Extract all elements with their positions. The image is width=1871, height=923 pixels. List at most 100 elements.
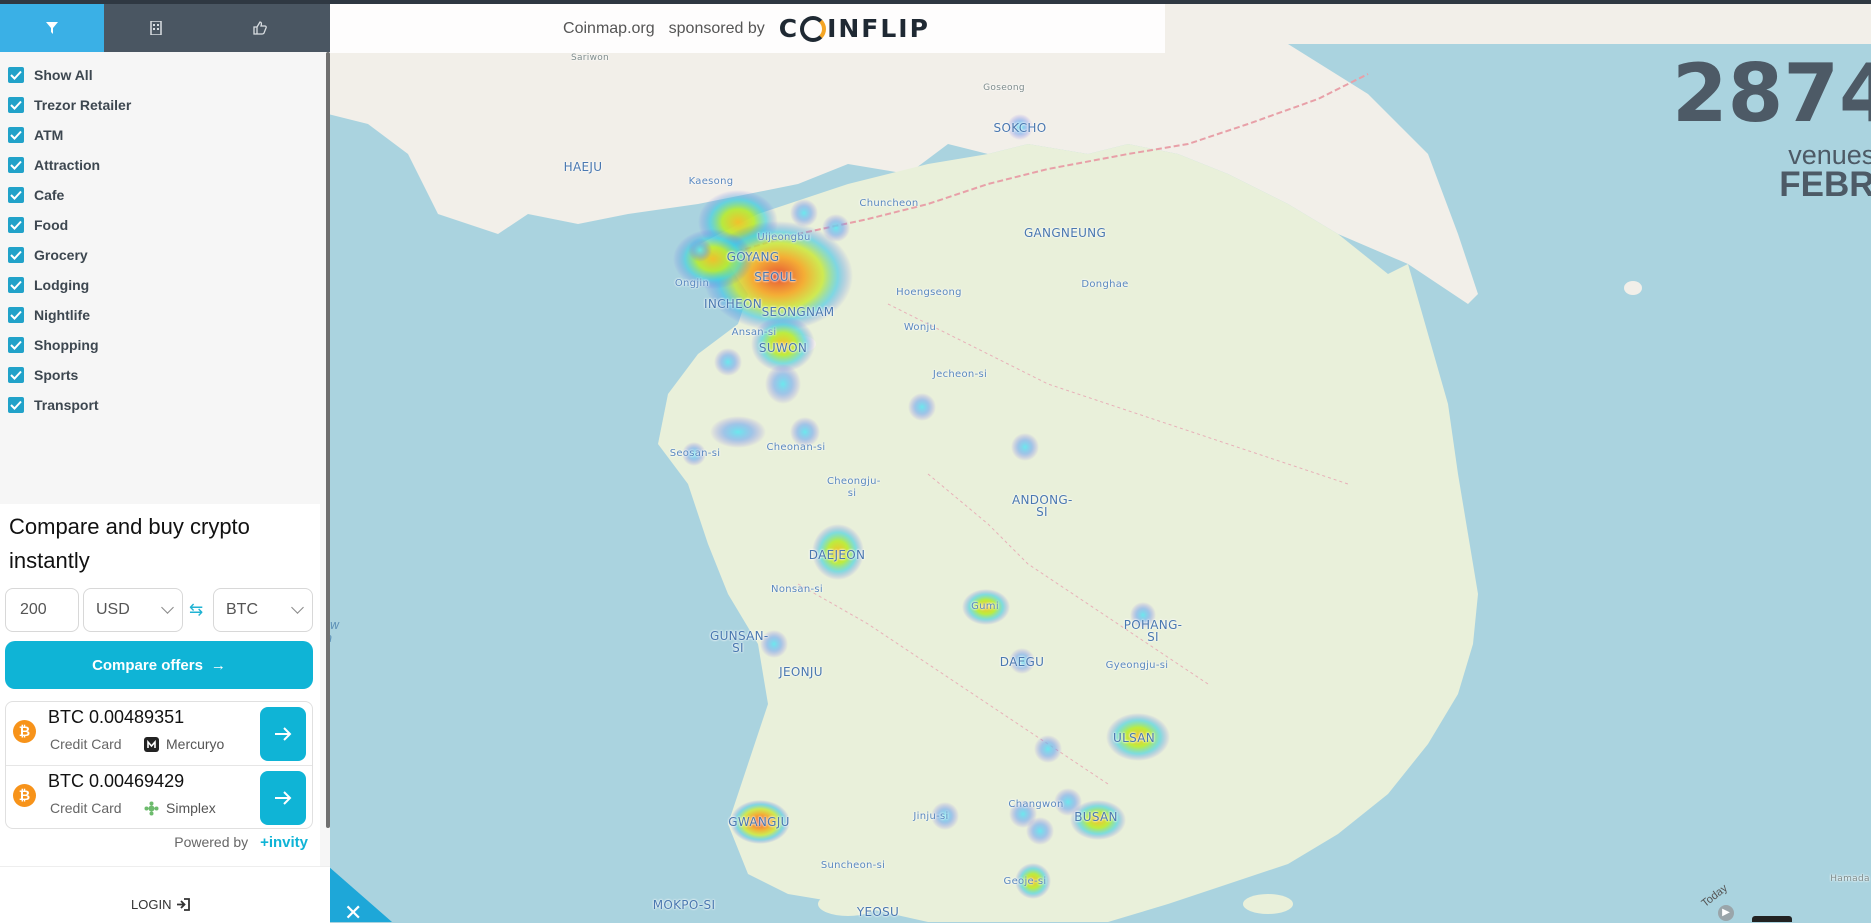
offer-amount: BTC 0.00469429 bbox=[48, 771, 185, 791]
filter-atm[interactable]: ATM bbox=[0, 120, 320, 150]
city-label: Goseong bbox=[983, 83, 1025, 93]
city-label: Ongjin bbox=[674, 278, 710, 289]
sponsor-banner[interactable]: Coinmap.org sponsored by C INFLIP bbox=[328, 4, 1165, 53]
filter-sports[interactable]: Sports bbox=[0, 360, 320, 390]
invity-logo[interactable]: +invity bbox=[260, 834, 308, 851]
swap-icon[interactable]: ⇆ bbox=[189, 601, 207, 619]
filter-icon bbox=[46, 22, 58, 34]
play-icon[interactable]: ▶ bbox=[1718, 905, 1734, 921]
city-label: GWANGJU bbox=[728, 815, 790, 829]
checkbox[interactable] bbox=[8, 217, 24, 233]
filter-shopping[interactable]: Shopping bbox=[0, 330, 320, 360]
checkbox[interactable] bbox=[8, 127, 24, 143]
offer-provider: Simplex bbox=[166, 800, 216, 816]
check-icon bbox=[10, 70, 22, 80]
thumbs-up-icon bbox=[253, 21, 267, 35]
city-label: Nonsan-si bbox=[771, 584, 823, 595]
checkbox[interactable] bbox=[8, 307, 24, 323]
city-label: ULSAN bbox=[1113, 731, 1155, 745]
coinflip-logo[interactable]: C INFLIP bbox=[779, 14, 930, 43]
heatmap-map[interactable]: SEOUL INCHEON GOYANG SEONGNAM SUWON DAEJ… bbox=[328, 4, 1871, 922]
check-icon bbox=[10, 280, 22, 290]
city-label: Kaesong bbox=[688, 176, 734, 187]
venue-month: FEBRUAR bbox=[1779, 165, 1871, 204]
city-label: Hoengseong bbox=[896, 287, 962, 298]
city-label: SOKCHO bbox=[993, 121, 1047, 135]
map-control-button[interactable] bbox=[1752, 916, 1792, 922]
filter-lodging[interactable]: Lodging bbox=[0, 270, 320, 300]
filter-nightlife[interactable]: Nightlife bbox=[0, 300, 320, 330]
city-label: Cheonan-si bbox=[766, 442, 826, 453]
city-label: DAEGU bbox=[999, 655, 1045, 669]
city-label: Geoje-si bbox=[1003, 876, 1047, 887]
site-name: Coinmap.org bbox=[563, 19, 655, 37]
arrow-right-icon bbox=[275, 791, 292, 805]
filter-show-all[interactable]: Show All bbox=[0, 60, 320, 90]
sponsored-by-label: sponsored by bbox=[668, 19, 765, 37]
offer-item: ₿ BTC 0.00469429 Credit Card Simplex bbox=[6, 765, 312, 829]
check-icon bbox=[10, 160, 22, 170]
check-icon bbox=[10, 340, 22, 350]
amount-input[interactable]: 200 bbox=[5, 588, 79, 632]
checkbox[interactable] bbox=[8, 67, 24, 83]
city-label: Ansan-si bbox=[731, 327, 777, 338]
filter-grocery[interactable]: Grocery bbox=[0, 240, 320, 270]
tab-filter[interactable] bbox=[0, 4, 104, 52]
city-label: Changwon bbox=[1008, 799, 1064, 810]
tab-recommend[interactable] bbox=[208, 4, 312, 52]
filter-food[interactable]: Food bbox=[0, 210, 320, 240]
filter-trezor-retailer[interactable]: Trezor Retailer bbox=[0, 90, 320, 120]
checkbox[interactable] bbox=[8, 367, 24, 383]
filter-label: ATM bbox=[34, 127, 64, 143]
checkbox[interactable] bbox=[8, 247, 24, 263]
city-label: YEOSU bbox=[856, 905, 900, 919]
widget-title: Compare and buy crypto instantly bbox=[9, 514, 250, 573]
city-label: Seosan-si bbox=[669, 448, 721, 459]
city-label: SEONGNAM bbox=[761, 305, 835, 319]
city-label: GOYANG bbox=[726, 250, 780, 264]
city-label: JEONJU bbox=[779, 665, 823, 679]
city-label: SUWON bbox=[758, 341, 808, 355]
currency-value: USD bbox=[96, 601, 130, 618]
sidebar-scrollbar[interactable] bbox=[326, 52, 330, 828]
collapse-sidebar-button[interactable]: ✕ bbox=[328, 866, 392, 922]
filter-label: Transport bbox=[34, 397, 99, 413]
filter-attraction[interactable]: Attraction bbox=[0, 150, 320, 180]
checkbox[interactable] bbox=[8, 97, 24, 113]
city-label: HAEJU bbox=[563, 160, 603, 174]
checkbox[interactable] bbox=[8, 277, 24, 293]
arrow-right-icon: → bbox=[210, 656, 226, 674]
building-icon bbox=[150, 21, 162, 35]
compare-offers-button[interactable]: Compare offers → bbox=[5, 641, 313, 689]
category-filters: Show All Trezor Retailer ATM Attraction … bbox=[0, 60, 320, 420]
city-label: Chuncheon bbox=[859, 198, 919, 209]
crypto-select[interactable]: BTC bbox=[213, 588, 313, 632]
city-label: Cheongju-si bbox=[827, 476, 881, 499]
filter-label: Shopping bbox=[34, 337, 99, 353]
filter-transport[interactable]: Transport bbox=[0, 390, 320, 420]
offer-provider: Mercuryo bbox=[166, 736, 225, 752]
check-icon bbox=[10, 400, 22, 410]
checkbox[interactable] bbox=[8, 157, 24, 173]
offer-go-button[interactable] bbox=[260, 707, 306, 761]
city-label: Wonju bbox=[903, 322, 937, 333]
venue-year: 202 bbox=[1672, 202, 1871, 226]
checkbox[interactable] bbox=[8, 187, 24, 203]
filter-label: Grocery bbox=[34, 247, 88, 263]
login-button[interactable]: LOGIN bbox=[131, 897, 191, 912]
check-icon bbox=[10, 130, 22, 140]
sea-label: Yellow Sea bbox=[328, 618, 340, 645]
filter-label: Food bbox=[34, 217, 69, 233]
checkbox[interactable] bbox=[8, 397, 24, 413]
city-label: Suncheon-si bbox=[820, 860, 886, 871]
tab-venues[interactable] bbox=[104, 4, 208, 52]
city-label: Sariwon bbox=[570, 53, 610, 63]
currency-select[interactable]: USD bbox=[83, 588, 183, 632]
offer-go-button[interactable] bbox=[260, 771, 306, 825]
chevron-down-icon bbox=[291, 601, 304, 614]
login-label: LOGIN bbox=[131, 897, 172, 912]
filter-cafe[interactable]: Cafe bbox=[0, 180, 320, 210]
city-label: Jecheon-si bbox=[932, 369, 988, 380]
checkbox[interactable] bbox=[8, 337, 24, 353]
bitcoin-icon: ₿ bbox=[13, 720, 36, 743]
